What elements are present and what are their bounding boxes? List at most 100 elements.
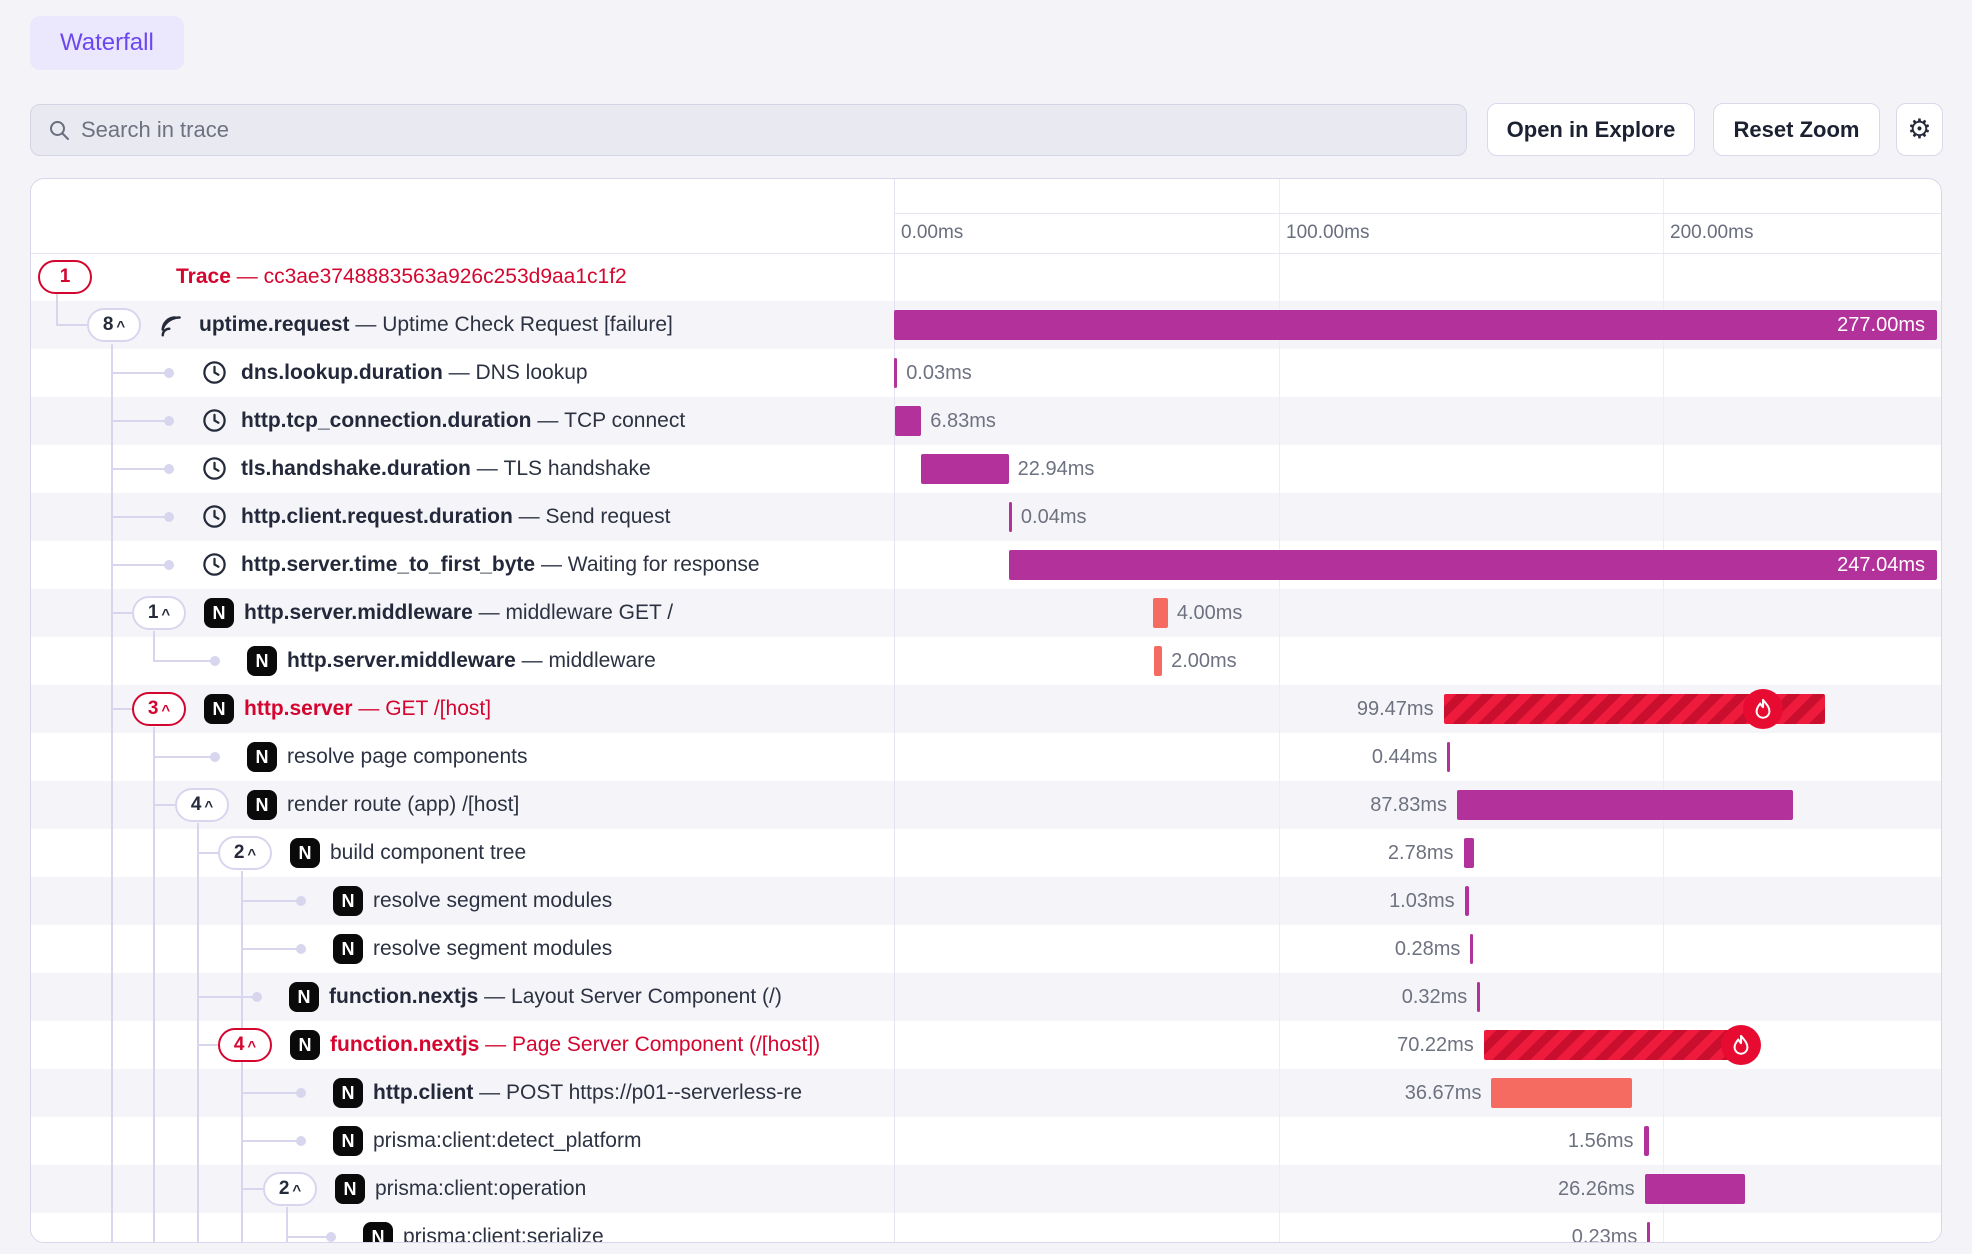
span-duration-label: 0.03ms [906,349,972,397]
span-description: TCP connect [564,409,685,432]
slow-span-flame-icon[interactable] [1743,689,1783,729]
span-label: tls.handshake.duration — TLS handshake [241,445,651,493]
span-tree-item[interactable]: 4^Nfunction.nextjs — Page Server Compone… [31,1021,894,1069]
span-tree-item[interactable]: Nprisma:client:serialize [31,1213,894,1243]
span-duration-bar[interactable] [1465,886,1469,916]
span-tree-item[interactable]: dns.lookup.duration — DNS lookup [31,349,894,397]
span-label: http.client — POST https://p01--serverle… [373,1069,802,1117]
trace-panel: 0.00ms 100.00ms 200.00ms 1Trace — cc3ae3… [30,178,1942,1243]
span-children-badge[interactable]: 1 [38,260,92,294]
span-tree-item[interactable]: http.tcp_connection.duration — TCP conne… [31,397,894,445]
span-children-badge[interactable]: 8^ [87,308,141,342]
span-tree-item[interactable]: 4^Nrender route (app) /[host] [31,781,894,829]
span-description: GET /[host] [385,697,491,720]
chevron-up-icon: ^ [247,1038,256,1055]
badge-count: 2 [234,842,245,864]
span-duration-bar[interactable] [1009,502,1012,532]
span-duration-bar[interactable] [1484,1030,1753,1060]
span-tree-item[interactable]: Nresolve segment modules [31,877,894,925]
span-duration-bar[interactable] [1154,646,1162,676]
span-duration-bar[interactable] [921,454,1009,484]
badge-count: 3 [148,698,159,720]
badge-count: 1 [148,602,159,624]
nextjs-icon: N [363,1222,393,1243]
span-duration-bar[interactable] [1477,982,1480,1012]
tick-label-100ms: 100.00ms [1286,213,1369,253]
span-tree-item[interactable]: Nhttp.client — POST https://p01--serverl… [31,1069,894,1117]
settings-button[interactable]: ⚙ [1896,103,1943,156]
span-op-name: http.client [373,1081,473,1104]
span-op-name: uptime.request [199,313,350,336]
span-duration-bar[interactable] [1645,1174,1746,1204]
nextjs-icon: N [204,694,234,724]
span-tree-item[interactable]: 1^Nhttp.server.middleware — middleware G… [31,589,894,637]
span-duration-label: 0.23ms [1572,1213,1638,1243]
span-duration-bar[interactable] [1470,934,1473,964]
span-children-badge[interactable]: 4^ [175,788,229,822]
search-input[interactable] [81,117,1450,143]
span-tree-item[interactable]: Nprisma:client:detect_platform [31,1117,894,1165]
span-op-name: http.server [244,697,353,720]
span-tree-item[interactable]: 2^Nbuild component tree [31,829,894,877]
span-description: middleware [548,649,655,672]
span-tree-item[interactable]: tls.handshake.duration — TLS handshake [31,445,894,493]
span-description: prisma:client:detect_platform [373,1129,641,1152]
span-tree-item[interactable]: http.client.request.duration — Send requ… [31,493,894,541]
chevron-up-icon: ^ [161,606,170,623]
span-op-name: http.server.time_to_first_byte [241,553,535,576]
span-tree-item[interactable]: http.server.time_to_first_byte — Waiting… [31,541,894,589]
span-description: Uptime Check Request [failure] [382,313,673,336]
span-label: http.client.request.duration — Send requ… [241,493,670,541]
span-duration-label: 247.04ms [1837,550,1925,580]
span-label: prisma:client:serialize [403,1213,604,1243]
span-label: prisma:client:operation [375,1165,586,1213]
span-description: resolve page components [287,745,528,768]
span-duration-bar[interactable]: 277.00ms [894,310,1937,340]
search-bar[interactable] [30,104,1467,156]
open-in-explore-button[interactable]: Open in Explore [1487,103,1695,156]
span-duration-bar[interactable] [1644,1126,1650,1156]
nextjs-icon: N [333,1078,363,1108]
span-tree-item[interactable]: Nhttp.server.middleware — middleware [31,637,894,685]
span-tree-item[interactable]: 2^Nprisma:client:operation [31,1165,894,1213]
span-label: uptime.request — Uptime Check Request [f… [199,301,673,349]
slow-span-flame-icon[interactable] [1721,1025,1761,1065]
span-duration-bar[interactable] [1491,1078,1631,1108]
tab-waterfall[interactable]: Waterfall [30,16,184,70]
span-children-badge[interactable]: 2^ [218,836,272,870]
span-duration-label: 6.83ms [930,397,996,445]
span-duration-bar[interactable] [1457,790,1793,820]
span-children-badge[interactable]: 1^ [132,596,186,630]
span-tree-item[interactable]: 8^ uptime.request — Uptime Check Request … [31,301,894,349]
reset-zoom-button[interactable]: Reset Zoom [1713,103,1880,156]
span-duration-bar[interactable] [1153,598,1168,628]
span-tree-item[interactable]: Nresolve page components [31,733,894,781]
span-duration-bar[interactable]: 247.04ms [1009,550,1937,580]
span-description: resolve segment modules [373,889,612,912]
span-description: Waiting for response [568,553,760,576]
badge-count: 4 [234,1034,245,1056]
span-label: dns.lookup.duration — DNS lookup [241,349,588,397]
span-tree-item[interactable]: Nfunction.nextjs — Layout Server Compone… [31,973,894,1021]
span-duration-bar[interactable] [1464,838,1475,868]
nextjs-icon: N [247,646,277,676]
span-duration-bar[interactable] [895,406,921,436]
span-duration-label: 1.03ms [1389,877,1455,925]
span-duration-bar[interactable] [1447,742,1450,772]
span-duration-label: 22.94ms [1018,445,1095,493]
timeline-header-line [894,213,1941,214]
span-children-badge[interactable]: 2^ [263,1172,317,1206]
span-description: build component tree [330,841,526,864]
span-children-badge[interactable]: 3^ [132,692,186,726]
span-op-name: function.nextjs [330,1033,479,1056]
span-tree-item[interactable]: 1Trace — cc3ae3748883563a926c253d9aa1c1f… [31,253,894,301]
span-tree-item[interactable]: 3^Nhttp.server — GET /[host] [31,685,894,733]
span-duration-label: 277.00ms [1837,310,1925,340]
span-duration-bar[interactable] [1647,1222,1650,1243]
span-op-name: http.tcp_connection.duration [241,409,531,432]
span-duration-bar[interactable] [894,358,897,388]
tick-label-200ms: 200.00ms [1670,213,1753,253]
span-tree-item[interactable]: Nresolve segment modules [31,925,894,973]
span-children-badge[interactable]: 4^ [218,1028,272,1062]
span-description: Page Server Component (/[host]) [512,1033,820,1056]
